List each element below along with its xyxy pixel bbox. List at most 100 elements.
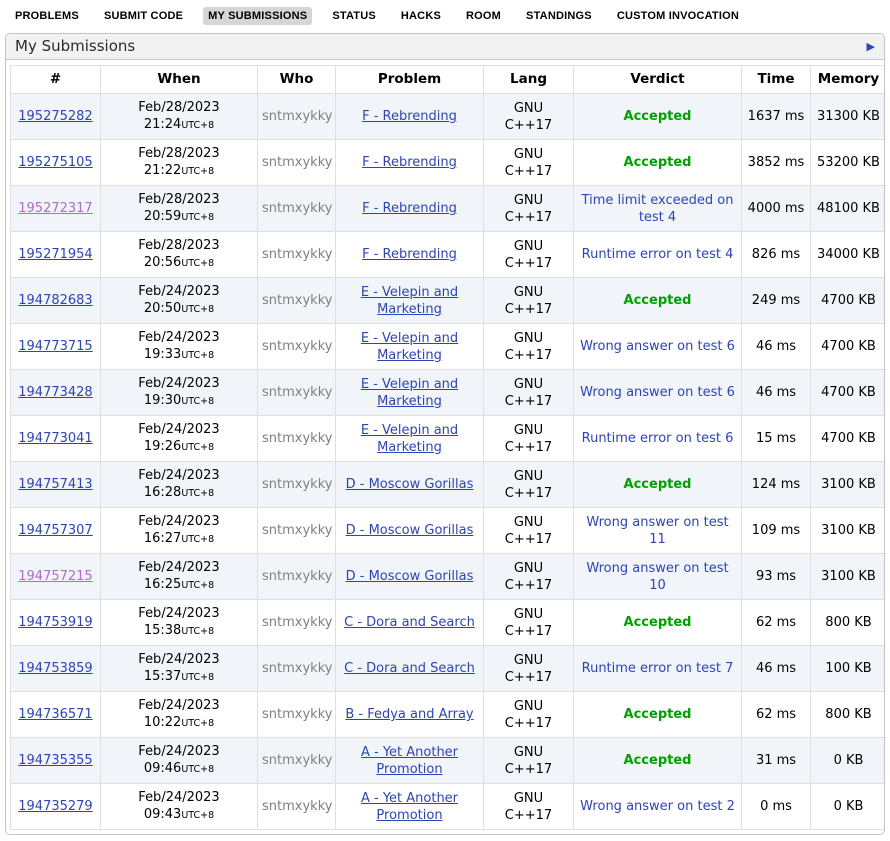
submission-id-link[interactable]: 194736571 xyxy=(18,707,92,722)
col-header-lang: Lang xyxy=(484,66,574,94)
language-label: GNU C++17 xyxy=(502,100,556,134)
submission-date: Feb/24/2023 xyxy=(105,421,253,438)
submission-date: Feb/28/2023 xyxy=(105,237,253,254)
submission-id-link[interactable]: 195272317 xyxy=(18,201,92,216)
submission-date: Feb/24/2023 xyxy=(105,743,253,760)
author-link[interactable]: sntmxykky xyxy=(262,339,332,354)
author-link[interactable]: sntmxykky xyxy=(262,431,332,446)
author-link[interactable]: sntmxykky xyxy=(262,753,332,768)
submission-id-link[interactable]: 194782683 xyxy=(18,293,92,308)
problem-link[interactable]: C - Dora and Search xyxy=(344,661,475,676)
author-link[interactable]: sntmxykky xyxy=(262,523,332,538)
submission-id-link[interactable]: 194757307 xyxy=(18,523,92,538)
nav-item-status[interactable]: STATUS xyxy=(327,7,381,25)
author-link[interactable]: sntmxykky xyxy=(262,799,332,814)
nav-item-my-submissions[interactable]: MY SUBMISSIONS xyxy=(203,7,312,25)
author-link[interactable]: sntmxykky xyxy=(262,661,332,676)
language-label: GNU C++17 xyxy=(502,422,556,456)
problem-link[interactable]: E - Velepin and Marketing xyxy=(361,331,458,363)
nav-item-hacks[interactable]: HACKS xyxy=(396,7,446,25)
submission-time: 10:22 xyxy=(144,715,181,730)
author-link[interactable]: sntmxykky xyxy=(262,477,332,492)
submission-id-link[interactable]: 194773428 xyxy=(18,385,92,400)
memory-consumed: 34000 KB xyxy=(811,232,886,278)
submission-id-link[interactable]: 195271954 xyxy=(18,247,92,262)
problem-link[interactable]: F - Rebrending xyxy=(362,155,457,170)
problem-link[interactable]: A - Yet Another Promotion xyxy=(361,791,458,823)
author-link[interactable]: sntmxykky xyxy=(262,155,332,170)
submission-time: 21:24 xyxy=(144,117,181,132)
submission-id-link[interactable]: 194773715 xyxy=(18,339,92,354)
author-link[interactable]: sntmxykky xyxy=(262,201,332,216)
problem-link[interactable]: F - Rebrending xyxy=(362,109,457,124)
problem-link[interactable]: C - Dora and Search xyxy=(344,615,475,630)
time-consumed: 4000 ms xyxy=(742,186,811,232)
submission-when: Feb/28/2023 20:56UTC+8 xyxy=(101,232,258,278)
memory-consumed: 48100 KB xyxy=(811,186,886,232)
nav-item-problems[interactable]: PROBLEMS xyxy=(10,7,84,25)
submission-id-link[interactable]: 194773041 xyxy=(18,431,92,446)
problem-link[interactable]: D - Moscow Gorillas xyxy=(346,477,474,492)
language-label: GNU C++17 xyxy=(502,284,556,318)
time-consumed: 0 ms xyxy=(742,784,811,830)
verdict-label: Accepted xyxy=(624,155,692,170)
submission-id-link[interactable]: 195275282 xyxy=(18,109,92,124)
table-row: 194735355 Feb/24/2023 09:46UTC+8 sntmxyk… xyxy=(11,738,886,784)
verdict-label: Accepted xyxy=(624,109,692,124)
problem-link[interactable]: F - Rebrending xyxy=(362,201,457,216)
submission-timezone: UTC+8 xyxy=(181,672,214,683)
author-link[interactable]: sntmxykky xyxy=(262,707,332,722)
author-link[interactable]: sntmxykky xyxy=(262,293,332,308)
col-header-problem: Problem xyxy=(336,66,484,94)
problem-link[interactable]: D - Moscow Gorillas xyxy=(346,523,474,538)
problem-link[interactable]: B - Fedya and Array xyxy=(345,707,473,722)
submission-date: Feb/24/2023 xyxy=(105,789,253,806)
submission-timezone: UTC+8 xyxy=(181,810,214,821)
memory-consumed: 3100 KB xyxy=(811,508,886,554)
author-link[interactable]: sntmxykky xyxy=(262,247,332,262)
submission-time: 19:30 xyxy=(144,393,181,408)
submission-time: 21:22 xyxy=(144,163,181,178)
time-consumed: 15 ms xyxy=(742,416,811,462)
author-link[interactable]: sntmxykky xyxy=(262,385,332,400)
submission-time: 20:50 xyxy=(144,301,181,316)
submission-id-link[interactable]: 194735279 xyxy=(18,799,92,814)
submission-time: 19:33 xyxy=(144,347,181,362)
submission-id-link[interactable]: 194757413 xyxy=(18,477,92,492)
problem-link[interactable]: E - Velepin and Marketing xyxy=(361,377,458,409)
table-row: 194757215 Feb/24/2023 16:25UTC+8 sntmxyk… xyxy=(11,554,886,600)
submission-id-link[interactable]: 194757215 xyxy=(18,569,92,584)
submission-when: Feb/24/2023 16:28UTC+8 xyxy=(101,462,258,508)
nav-item-room[interactable]: ROOM xyxy=(461,7,506,25)
problem-link[interactable]: F - Rebrending xyxy=(362,247,457,262)
submission-id-link[interactable]: 194753859 xyxy=(18,661,92,676)
author-link[interactable]: sntmxykky xyxy=(262,615,332,630)
language-label: GNU C++17 xyxy=(502,192,556,226)
problem-link[interactable]: E - Velepin and Marketing xyxy=(361,285,458,317)
problem-link[interactable]: E - Velepin and Marketing xyxy=(361,423,458,455)
verdict-label: Accepted xyxy=(624,477,692,492)
submission-date: Feb/24/2023 xyxy=(105,375,253,392)
submission-timezone: UTC+8 xyxy=(181,258,214,269)
author-link[interactable]: sntmxykky xyxy=(262,109,332,124)
collapse-arrow-icon[interactable]: ▶ xyxy=(867,40,875,53)
nav-item-submit-code[interactable]: SUBMIT CODE xyxy=(99,7,188,25)
problem-link[interactable]: D - Moscow Gorillas xyxy=(346,569,474,584)
submission-id-link[interactable]: 195275105 xyxy=(18,155,92,170)
submission-timezone: UTC+8 xyxy=(181,764,214,775)
language-label: GNU C++17 xyxy=(502,146,556,180)
time-consumed: 1637 ms xyxy=(742,94,811,140)
submission-id-link[interactable]: 194753919 xyxy=(18,615,92,630)
verdict-label: Accepted xyxy=(624,615,692,630)
submission-when: Feb/24/2023 19:30UTC+8 xyxy=(101,370,258,416)
nav-item-custom-invocation[interactable]: CUSTOM INVOCATION xyxy=(612,7,744,25)
submission-timezone: UTC+8 xyxy=(181,534,214,545)
submission-date: Feb/24/2023 xyxy=(105,513,253,530)
problem-link[interactable]: A - Yet Another Promotion xyxy=(361,745,458,777)
submissions-tbody: 195275282 Feb/28/2023 21:24 UTC+8 sntmxyk… xyxy=(11,94,886,830)
verdict-label: Wrong answer on test 6 xyxy=(580,385,735,400)
author-link[interactable]: sntmxykky xyxy=(262,569,332,584)
table-row: 195272317 Feb/28/2023 20:59UTC+8 sntmxyk… xyxy=(11,186,886,232)
submission-id-link[interactable]: 194735355 xyxy=(18,753,92,768)
nav-item-standings[interactable]: STANDINGS xyxy=(521,7,597,25)
